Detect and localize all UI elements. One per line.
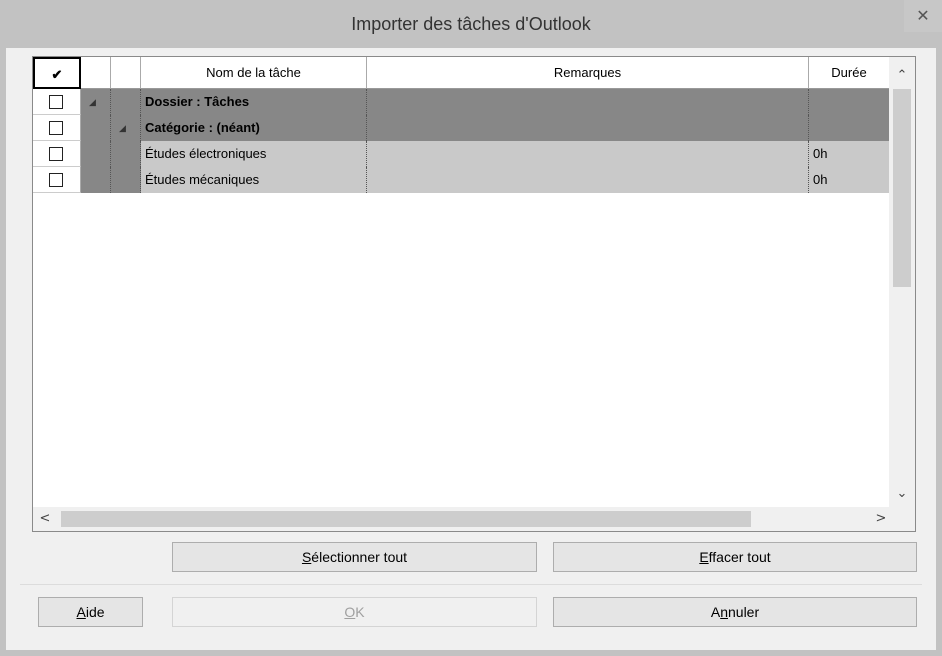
- remarks-cell: [367, 141, 809, 167]
- vertical-scroll-thumb[interactable]: [893, 89, 911, 287]
- scroll-right-icon[interactable]: >: [869, 507, 893, 531]
- ok-label: OK: [344, 604, 365, 620]
- outline-cell: [81, 167, 111, 193]
- duration-cell: [809, 115, 889, 141]
- remarks-cell: [367, 115, 809, 141]
- table-row[interactable]: Études électroniques 0h: [33, 141, 889, 167]
- task-name-cell: Catégorie : (néant): [141, 115, 367, 141]
- row-checkbox[interactable]: [49, 95, 63, 109]
- help-label: Aide: [76, 604, 105, 620]
- cancel-button[interactable]: Annuler: [553, 597, 917, 627]
- duration-cell: [809, 89, 889, 115]
- outline-cell: [111, 167, 141, 193]
- clear-all-label: Effacer tout: [699, 549, 771, 565]
- table-row[interactable]: Études mécaniques 0h: [33, 167, 889, 193]
- collapse-icon[interactable]: ◢: [89, 89, 96, 115]
- select-all-label: Sélectionner tout: [301, 549, 408, 565]
- column-header-check[interactable]: ✔: [33, 57, 81, 89]
- ok-button[interactable]: OK: [172, 597, 537, 627]
- select-all-button[interactable]: Sélectionner tout: [172, 542, 537, 572]
- outline-cell: ◢: [111, 115, 141, 141]
- outline-cell: [81, 115, 111, 141]
- close-button[interactable]: ✕: [904, 0, 942, 32]
- outline-cell: [81, 141, 111, 167]
- cancel-label: Annuler: [710, 604, 760, 620]
- vertical-scrollbar[interactable]: ⌃ ⌄: [889, 57, 915, 507]
- horizontal-scroll-thumb[interactable]: [61, 511, 751, 527]
- row-checkbox-cell: [33, 115, 81, 141]
- outline-cell: [111, 141, 141, 167]
- collapse-icon[interactable]: ◢: [119, 115, 126, 141]
- tasks-grid: ✔ Nom de la tâche Remarques Durée ◢ Doss…: [32, 56, 916, 532]
- outline-cell: ◢: [81, 89, 111, 115]
- row-checkbox-cell: [33, 141, 81, 167]
- table-row[interactable]: ◢ Catégorie : (néant): [33, 115, 889, 141]
- footer-separator: [20, 584, 922, 585]
- column-header-indicator-2: [111, 57, 141, 89]
- duration-cell: 0h: [809, 141, 889, 167]
- dialog-title: Importer des tâches d'Outlook: [351, 14, 591, 34]
- task-name-cell: Études mécaniques: [141, 167, 367, 193]
- column-header-indicator-1: [81, 57, 111, 89]
- row-checkbox[interactable]: [49, 173, 63, 187]
- remarks-cell: [367, 89, 809, 115]
- row-checkbox-cell: [33, 89, 81, 115]
- row-checkbox[interactable]: [49, 121, 63, 135]
- task-name-cell: Études électroniques: [141, 141, 367, 167]
- title-bar: Importer des tâches d'Outlook ✕: [0, 0, 942, 48]
- table-row[interactable]: ◢ Dossier : Tâches: [33, 89, 889, 115]
- row-checkbox[interactable]: [49, 147, 63, 161]
- scroll-left-icon[interactable]: <: [33, 507, 57, 531]
- scroll-down-icon[interactable]: ⌄: [889, 481, 915, 507]
- row-checkbox-cell: [33, 167, 81, 193]
- close-icon: ✕: [916, 6, 930, 25]
- column-header-remarks[interactable]: Remarques: [367, 57, 809, 89]
- remarks-cell: [367, 167, 809, 193]
- column-header-duration[interactable]: Durée: [809, 57, 889, 89]
- column-header-task-name[interactable]: Nom de la tâche: [141, 57, 367, 89]
- help-button[interactable]: Aide: [38, 597, 143, 627]
- scroll-up-icon[interactable]: ⌃: [889, 63, 915, 89]
- outline-cell: [111, 89, 141, 115]
- clear-all-button[interactable]: Effacer tout: [553, 542, 917, 572]
- duration-cell: 0h: [809, 167, 889, 193]
- horizontal-scrollbar[interactable]: < >: [33, 507, 915, 531]
- task-name-cell: Dossier : Tâches: [141, 89, 367, 115]
